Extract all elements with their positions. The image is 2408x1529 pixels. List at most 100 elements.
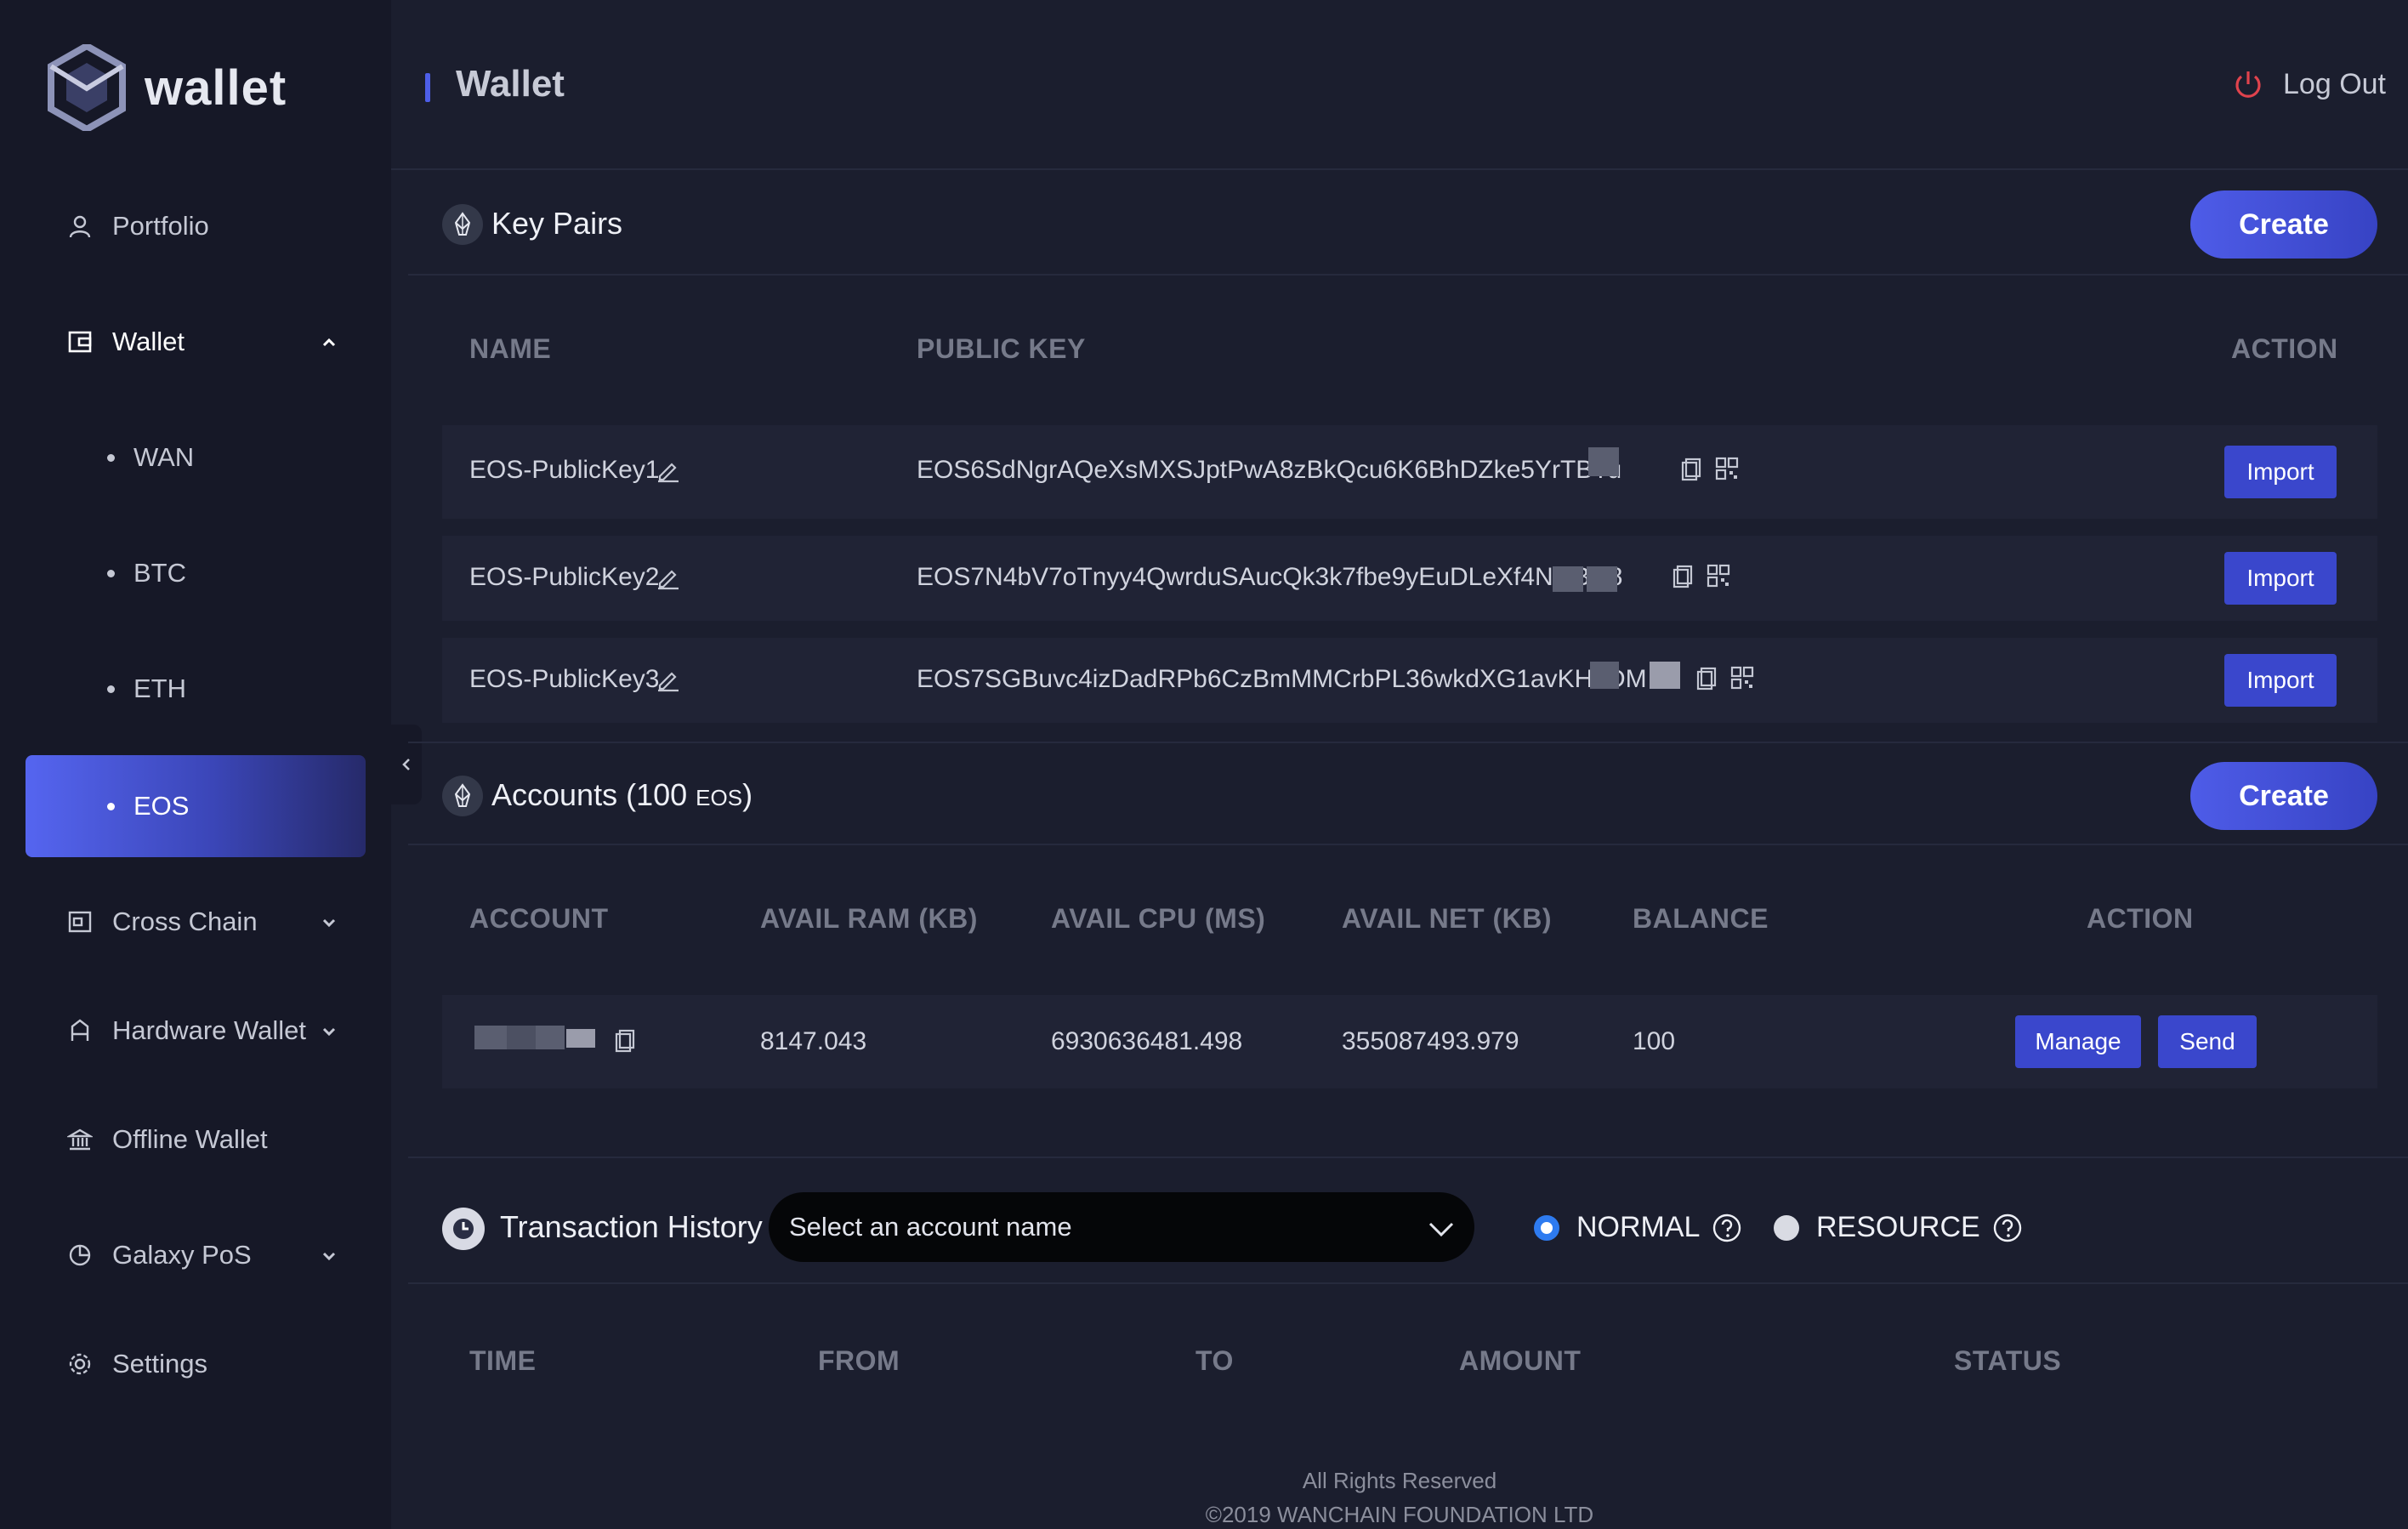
eos-logo-icon <box>442 776 483 816</box>
sidebar-item-label: EOS <box>133 791 190 821</box>
redacted-block <box>1587 566 1617 592</box>
column-header-to: TO <box>1195 1345 1234 1376</box>
sidebar-item-label: Hardware Wallet <box>112 1015 306 1045</box>
sidebar-item-label: Cross Chain <box>112 907 258 936</box>
manage-button[interactable]: Manage <box>2015 1015 2141 1068</box>
sidebar-item-hardware-wallet[interactable]: Hardware Wallet <box>26 980 366 1082</box>
sidebar-item-label: Wallet <box>112 327 185 356</box>
bullet-dot <box>107 453 115 462</box>
column-header-avail-cpu: AVAIL CPU (MS) <box>1051 903 1266 934</box>
import-button[interactable]: Import <box>2224 552 2337 605</box>
radio-resource[interactable]: RESOURCE <box>1774 1211 2023 1244</box>
chevron-up-icon <box>318 330 340 352</box>
sidebar-item-eth[interactable]: ETH <box>26 638 366 740</box>
qr-code-icon[interactable] <box>1714 456 1740 481</box>
public-key-value: EOS7SGBuvc4izDadRPb6CzBmMMCrbPL36wkdXG1a… <box>917 665 1647 693</box>
column-header-avail-net: AVAIL NET (KB) <box>1342 903 1552 934</box>
page-header: Wallet Log Out <box>391 0 2408 170</box>
edit-icon[interactable] <box>655 565 680 590</box>
column-header-status: STATUS <box>1954 1345 2062 1376</box>
bullet-dot <box>107 685 115 693</box>
account-select[interactable]: Select an account name <box>769 1192 1474 1262</box>
redacted-block <box>1590 662 1619 689</box>
public-key-value: EOS7N4bV7oTnyy4QwrduSAucQk3k7fbe9yEuDLeX… <box>917 563 1623 591</box>
app-root: wallet Portfolio Wallet WAN BTC ETH EOS … <box>0 0 2408 1529</box>
table-row: 8147.043 6930636481.498 355087493.979 10… <box>442 995 2377 1088</box>
column-header-account: ACCOUNT <box>469 903 609 934</box>
wallet-icon <box>65 327 95 357</box>
accounts-header: Accounts (100 EOS) Create <box>408 742 2408 845</box>
sidebar-item-wan[interactable]: WAN <box>26 406 366 509</box>
column-header-action: ACTION <box>2087 903 2194 934</box>
copy-icon[interactable] <box>1670 563 1695 588</box>
import-button[interactable]: Import <box>2224 654 2337 707</box>
column-header-avail-ram: AVAIL RAM (KB) <box>760 903 978 934</box>
redacted-block <box>566 1029 595 1048</box>
redacted-block <box>1588 447 1619 476</box>
chevron-down-icon <box>318 1019 340 1041</box>
sidebar-item-offline-wallet[interactable]: Offline Wallet <box>26 1088 366 1191</box>
import-button[interactable]: Import <box>2224 446 2337 498</box>
footer-copyright: ©2019 WANCHAIN FOUNDATION LTD <box>1205 1502 1594 1527</box>
logout-button[interactable]: Log Out <box>2232 68 2386 101</box>
keypair-name: EOS-PublicKey3 <box>469 665 660 693</box>
column-header-from: FROM <box>818 1345 900 1376</box>
radio-resource-label: RESOURCE <box>1816 1211 1980 1243</box>
column-header-public-key: PUBLIC KEY <box>917 333 1086 364</box>
keypair-name: EOS-PublicKey1 <box>469 456 660 484</box>
chevron-down-icon <box>318 1243 340 1265</box>
column-header-balance: BALANCE <box>1633 903 1769 934</box>
copy-icon[interactable] <box>612 1027 638 1053</box>
redacted-block <box>1650 662 1680 689</box>
redacted-block <box>474 1026 507 1049</box>
sidebar-item-eos[interactable]: EOS <box>26 755 366 857</box>
create-account-button[interactable]: Create <box>2190 762 2377 830</box>
sidebar-item-settings[interactable]: Settings <box>26 1313 366 1415</box>
bullet-dot <box>107 569 115 577</box>
sidebar-item-galaxy-pos[interactable]: Galaxy PoS <box>26 1204 366 1306</box>
column-header-action: ACTION <box>2231 333 2338 364</box>
sidebar-item-label: ETH <box>133 674 186 703</box>
sidebar-item-portfolio[interactable]: Portfolio <box>26 175 366 277</box>
sidebar-item-cross-chain[interactable]: Cross Chain <box>26 871 366 973</box>
sidebar-item-label: Settings <box>112 1349 208 1378</box>
table-row: EOS-PublicKey1 EOS6SdNgrAQeXsMXSJptPwA8z… <box>442 425 2377 519</box>
sidebar-item-label: BTC <box>133 558 186 588</box>
copy-icon[interactable] <box>1694 665 1719 691</box>
qr-code-icon[interactable] <box>1729 665 1755 691</box>
keypair-name: EOS-PublicKey2 <box>469 563 660 591</box>
app-logo[interactable]: wallet <box>48 44 287 131</box>
accounts-title: Accounts (100 EOS) <box>491 777 752 813</box>
bullet-dot <box>107 802 115 810</box>
table-row: EOS-PublicKey3 EOS7SGBuvc4izDadRPb6CzBmM… <box>442 638 2377 723</box>
radio-normal-label: NORMAL <box>1576 1211 1701 1243</box>
create-keypair-button[interactable]: Create <box>2190 190 2377 259</box>
help-icon[interactable] <box>1992 1213 2023 1243</box>
keypairs-header: Key Pairs Create <box>408 172 2408 276</box>
sidebar-item-btc[interactable]: BTC <box>26 522 366 624</box>
copy-icon[interactable] <box>1678 456 1704 481</box>
send-button[interactable]: Send <box>2158 1015 2257 1068</box>
sidebar-item-wallet[interactable]: Wallet <box>26 291 366 393</box>
edit-icon[interactable] <box>655 458 680 483</box>
qr-code-icon[interactable] <box>1706 563 1731 588</box>
avail-ram-value: 8147.043 <box>760 1027 867 1055</box>
transaction-history-title: Transaction History <box>500 1209 763 1244</box>
chevron-down-icon <box>1427 1214 1456 1243</box>
account-select-placeholder: Select an account name <box>789 1212 1072 1242</box>
edit-icon[interactable] <box>655 667 680 692</box>
radio-unselected-indicator <box>1774 1214 1799 1241</box>
accounts-title-close: ) <box>742 777 753 812</box>
logo-text: wallet <box>145 60 287 116</box>
power-icon <box>2235 71 2261 98</box>
hardware-wallet-icon <box>65 1015 95 1046</box>
title-accent-bar <box>425 73 430 102</box>
accounts-title-unit: EOS <box>696 785 743 810</box>
redacted-block <box>536 1026 565 1049</box>
balance-value: 100 <box>1633 1027 1676 1055</box>
sidebar: wallet Portfolio Wallet WAN BTC ETH EOS … <box>0 0 391 1529</box>
help-icon[interactable] <box>1712 1213 1742 1243</box>
column-header-time: TIME <box>469 1345 537 1376</box>
radio-normal[interactable]: NORMAL <box>1534 1211 1742 1244</box>
avail-net-value: 355087493.979 <box>1342 1027 1519 1055</box>
